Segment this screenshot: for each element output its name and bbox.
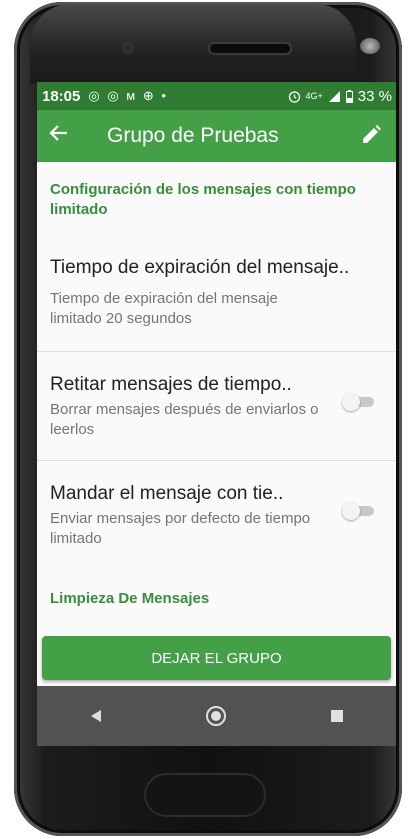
phone-top-bezel <box>30 4 380 84</box>
phone-screen: 18:05 ◎ ◎ ᴍ ⊕ • 4G+ 33 % Grupo de Prueba… <box>37 82 396 746</box>
pencil-icon[interactable] <box>360 124 384 148</box>
signal-icon <box>328 90 340 102</box>
recents-square-icon[interactable] <box>329 708 345 724</box>
pref-summary: Enviar mensajes por defecto de tiempo li… <box>50 510 311 547</box>
fingerprint-sensor[interactable] <box>146 775 264 815</box>
status-bar: 18:05 ◎ ◎ ᴍ ⊕ • 4G+ 33 % <box>37 82 396 110</box>
toggle-thumb <box>342 502 360 520</box>
proximity-sensor <box>124 44 132 52</box>
app-bar: Grupo de Pruebas <box>37 110 396 162</box>
toggle-thumb <box>342 393 360 411</box>
status-time: 18:05 <box>42 87 81 105</box>
back-arrow-icon[interactable] <box>37 122 89 150</box>
pref-send-timed-message[interactable]: Mandar el mensaje con tie.. Enviar mensa… <box>37 461 396 569</box>
pref-title: Tiempo de expiración del mensaje.. <box>50 257 350 278</box>
network-type: 4G+ <box>305 91 323 101</box>
pref-summary: Borrar mensajes después de enviarlos o l… <box>50 401 319 438</box>
remove-messages-toggle[interactable] <box>342 392 376 412</box>
battery-icon <box>345 89 353 103</box>
home-circle-icon[interactable] <box>205 705 227 727</box>
earpiece-speaker <box>210 44 290 53</box>
pref-title: Retitar mensajes de tiempo.. <box>50 374 292 395</box>
section-header-cleanup: Limpieza De Mensajes <box>50 590 210 607</box>
status-right-group: 4G+ 33 % <box>288 88 392 105</box>
pref-expiration-time[interactable]: Tiempo de expiración del mensaje.. Tiemp… <box>37 232 396 352</box>
pref-remove-timed-messages[interactable]: Retitar mensajes de tiempo.. Borrar mens… <box>37 352 396 461</box>
page-title: Grupo de Pruebas <box>107 124 279 147</box>
front-camera <box>360 38 380 54</box>
pref-title: Mandar el mensaje con tie.. <box>50 483 284 504</box>
section-header-timed-messages: Configuración de los mensajes con tiempo… <box>50 181 356 218</box>
back-triangle-icon[interactable] <box>88 708 104 724</box>
navigation-bar <box>37 686 396 746</box>
send-timed-toggle[interactable] <box>342 501 376 521</box>
alarm-icon <box>288 90 300 103</box>
leave-group-button[interactable]: DEJAR EL GRUPO <box>42 636 391 680</box>
battery-percent: 33 % <box>357 87 392 105</box>
notification-icons: ◎ ◎ ᴍ ⊕ • <box>88 88 168 103</box>
pref-summary: Tiempo de expiración del mensaje limitad… <box>50 290 278 327</box>
